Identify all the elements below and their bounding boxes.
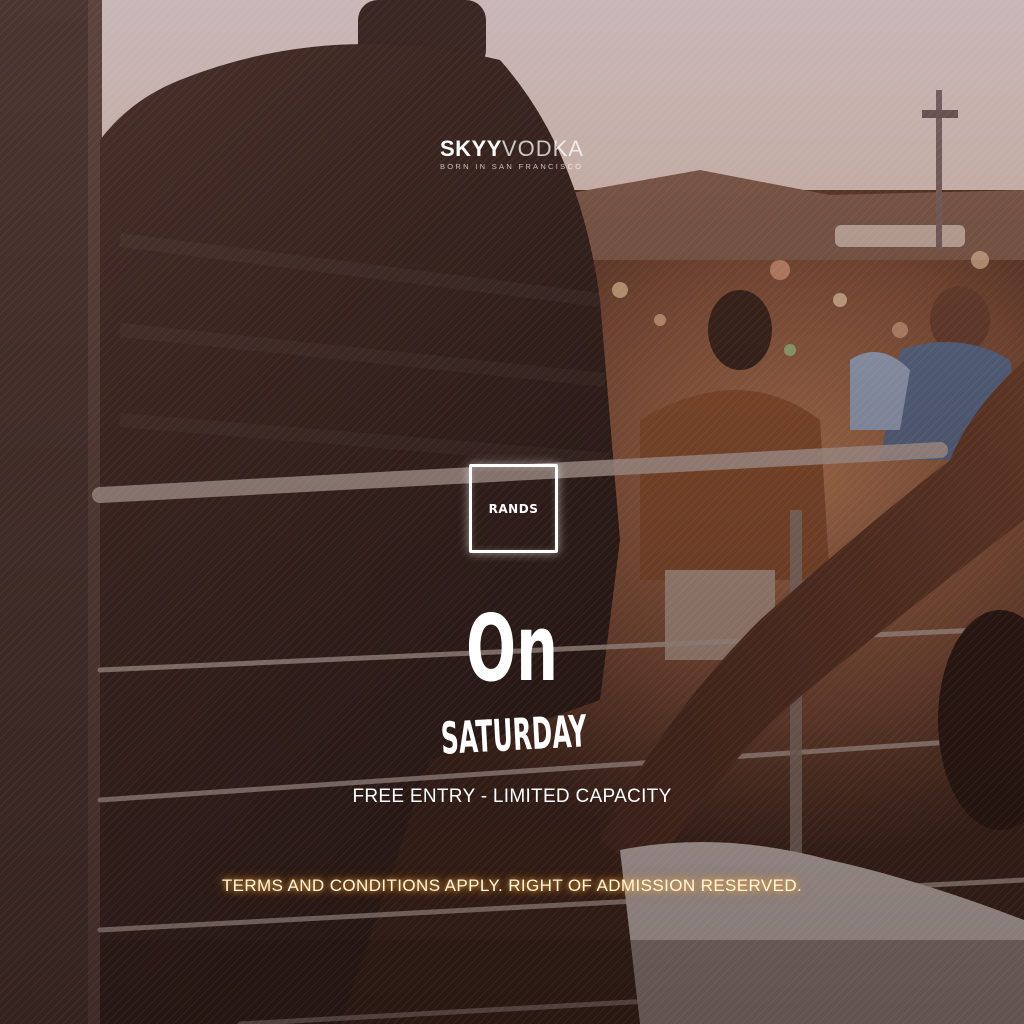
headline: On SATURDAY [440, 598, 589, 765]
sponsor-tagline: BORN IN SAN FRANCISCO [440, 162, 584, 171]
venue-logo: RANDS [469, 464, 558, 553]
free-entry-text: FREE ENTRY - LIMITED CAPACITY [352, 786, 672, 807]
headline-line2: SATURDAY [440, 706, 589, 765]
sponsor-brand-light: VODKA [501, 136, 584, 161]
event-poster: SKYYVODKA BORN IN SAN FRANCISCO RANDS On… [0, 0, 1024, 1024]
terms-text: TERMS AND CONDITIONS APPLY. RIGHT OF ADM… [221, 876, 803, 895]
sponsor-brand-bold: SKYY [440, 136, 502, 161]
sponsor-logo: SKYYVODKA BORN IN SAN FRANCISCO [440, 136, 640, 172]
venue-logo-text: RANDS [488, 501, 539, 516]
headline-line1: On [466, 598, 558, 702]
